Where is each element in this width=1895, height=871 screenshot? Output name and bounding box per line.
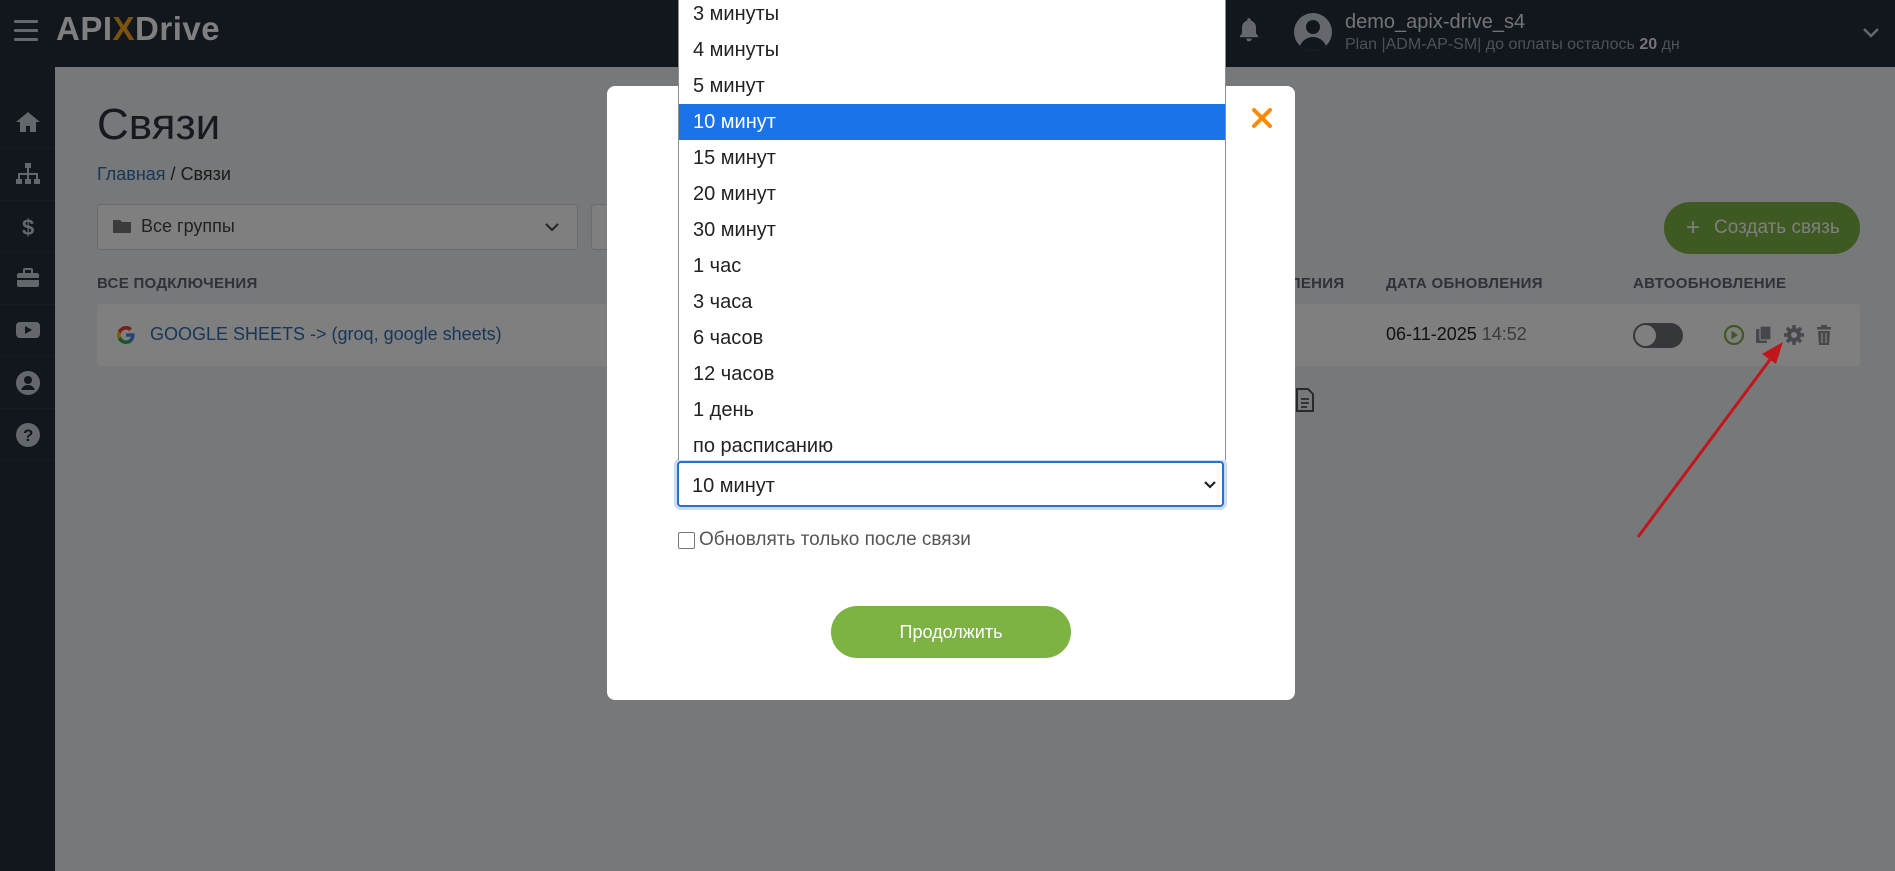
interval-select-value: 10 минут [692,475,775,497]
update-after-connection-label[interactable]: Обновлять только после связи [699,529,971,551]
interval-option-selected[interactable]: 10 минут [679,104,1225,140]
interval-option[interactable]: 30 минут [679,212,1225,248]
chevron-down-icon [1204,481,1216,489]
interval-option[interactable]: 1 час [679,248,1225,284]
interval-option[interactable]: 3 минуты [679,0,1225,32]
interval-option[interactable]: 1 день [679,392,1225,428]
interval-option[interactable]: 20 минут [679,176,1225,212]
close-icon[interactable] [1250,106,1274,130]
interval-option[interactable]: 5 минут [679,68,1225,104]
interval-option[interactable]: по расписанию [679,428,1225,460]
interval-option[interactable]: 3 часа [679,284,1225,320]
interval-dropdown-list: 3 минуты 4 минуты 5 минут 10 минут 15 ми… [678,0,1226,460]
interval-select[interactable]: 10 минут [677,461,1224,507]
update-after-connection-checkbox[interactable] [678,532,695,549]
interval-option[interactable]: 6 часов [679,320,1225,356]
interval-option[interactable]: 15 минут [679,140,1225,176]
continue-button[interactable]: Продолжить [831,606,1071,658]
interval-option[interactable]: 4 минуты [679,32,1225,68]
interval-option[interactable]: 12 часов [679,356,1225,392]
